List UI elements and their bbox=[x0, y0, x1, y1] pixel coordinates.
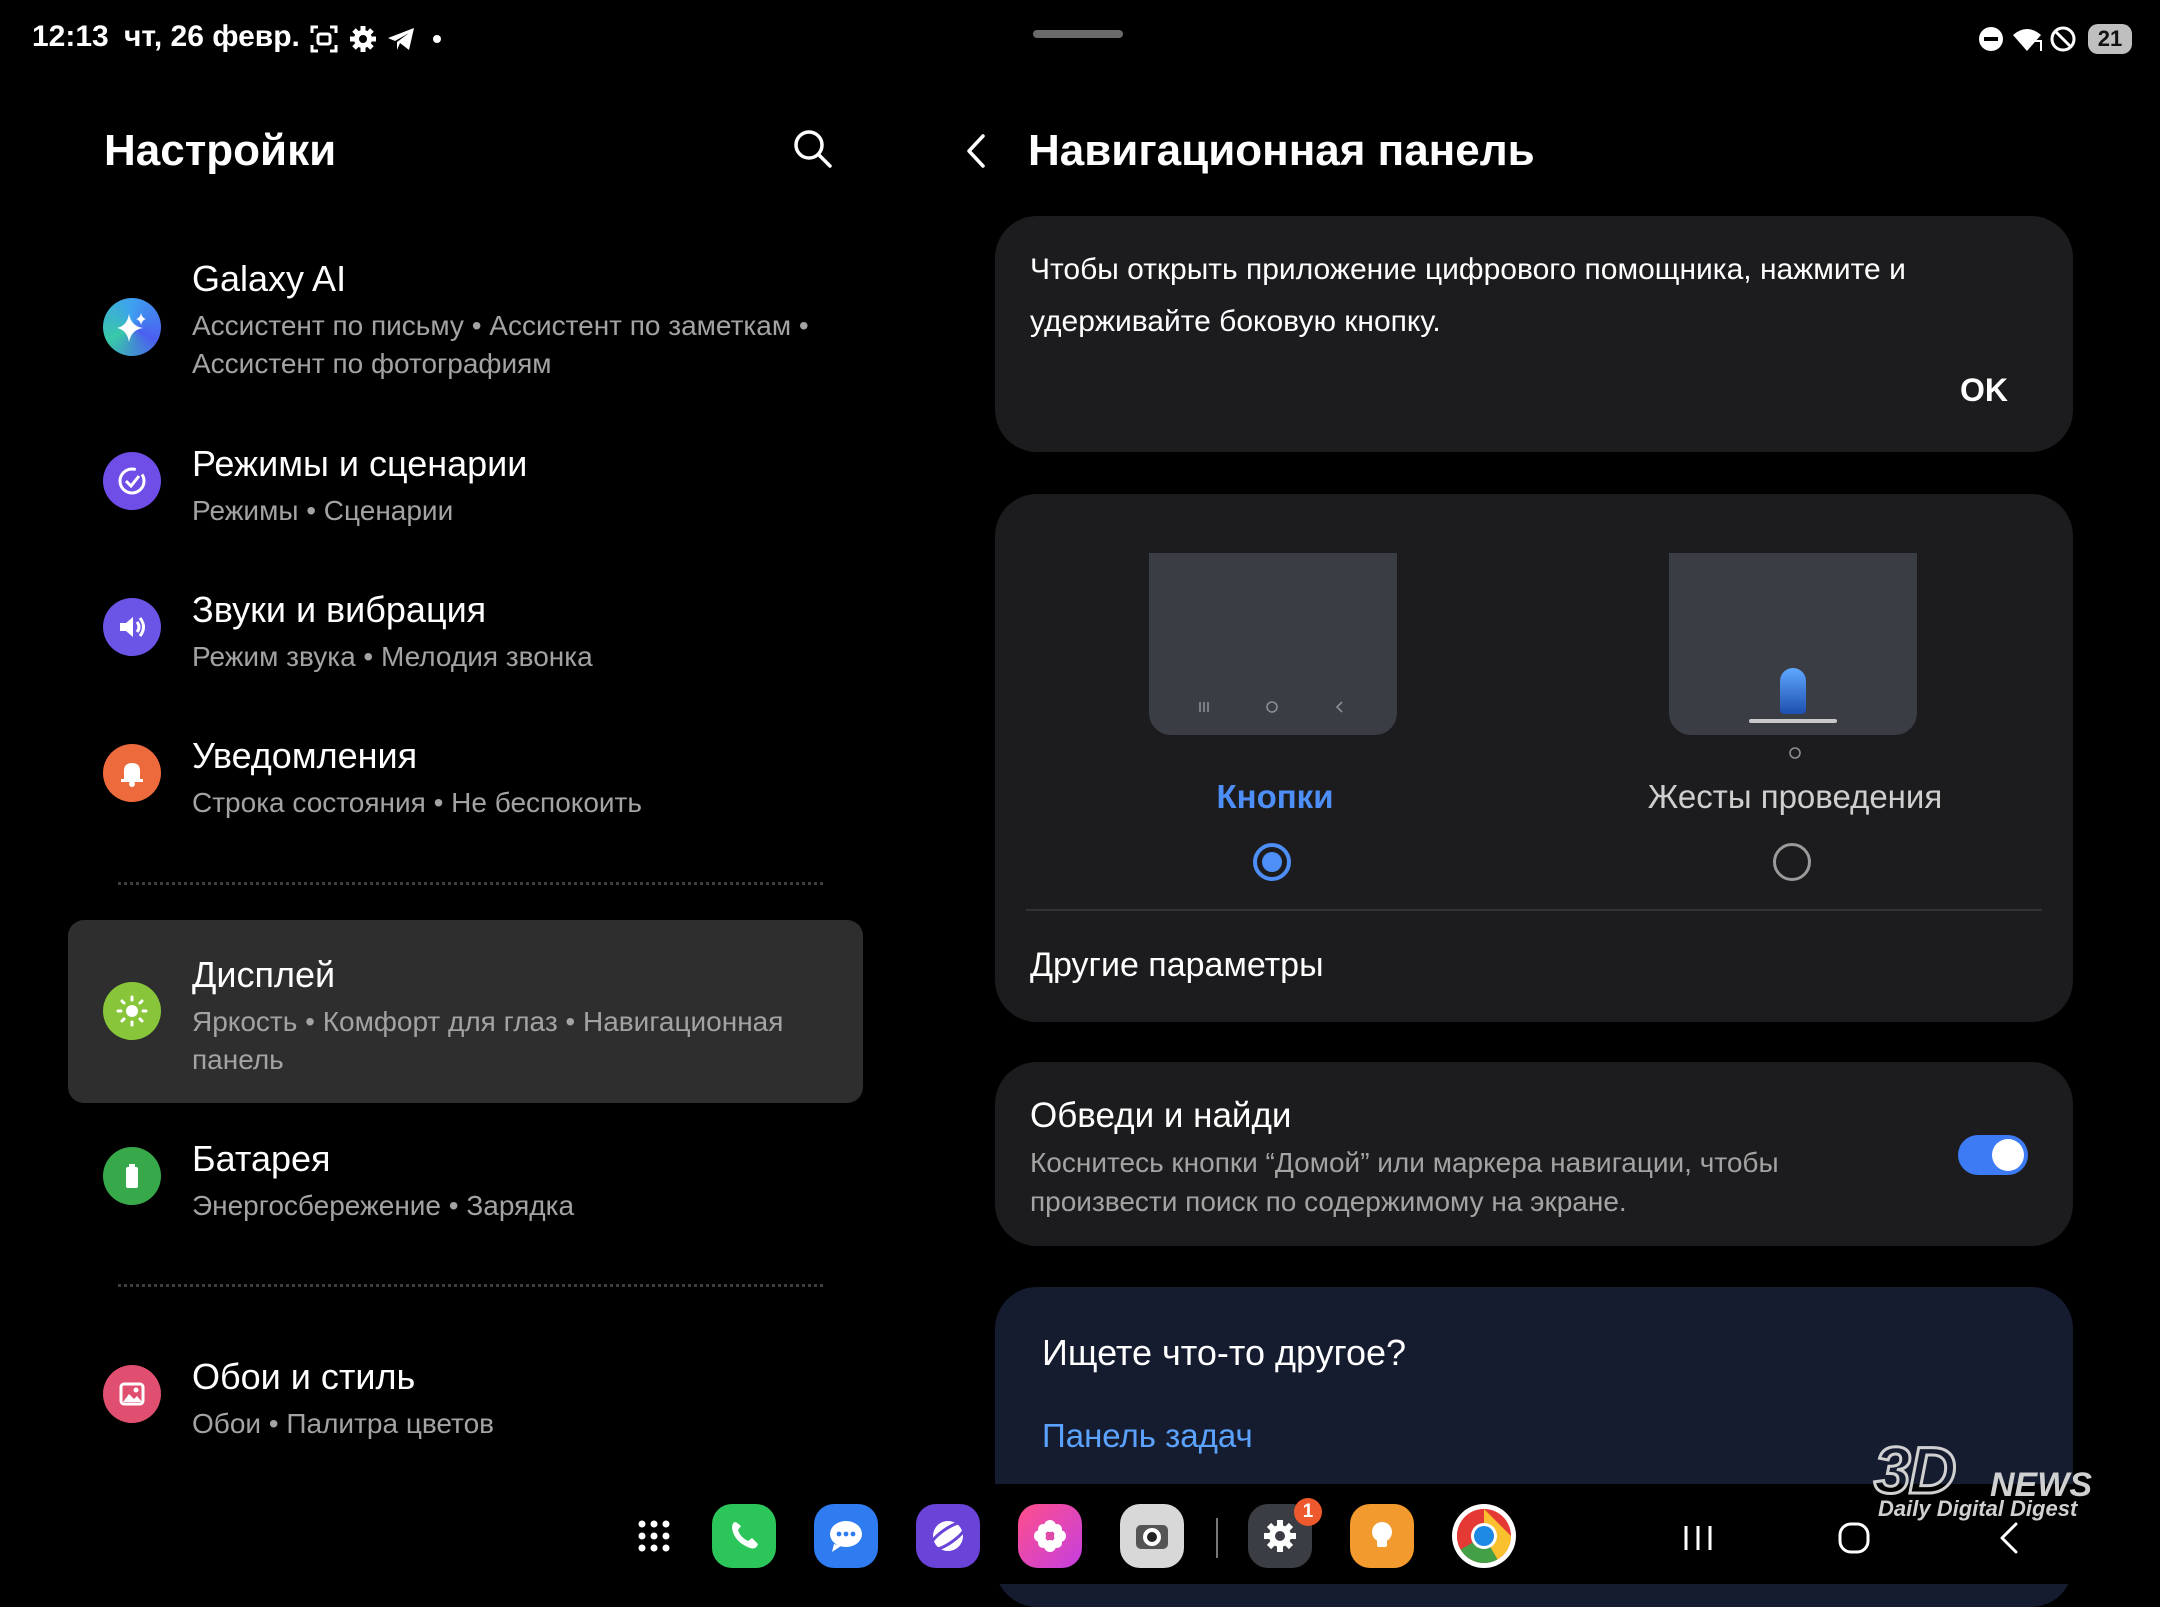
item-title: Звуки и вибрация bbox=[192, 589, 487, 630]
watermark-tagline: Daily Digital Digest bbox=[1878, 1496, 2078, 1521]
do-not-disturb-icon bbox=[1974, 22, 2008, 56]
home-icon bbox=[1838, 1522, 1870, 1554]
ok-button[interactable]: OK bbox=[1960, 372, 2008, 409]
back-button[interactable] bbox=[955, 128, 1001, 174]
recents-button[interactable] bbox=[1676, 1516, 1720, 1560]
dock-separator bbox=[1216, 1518, 1218, 1558]
page-title: Настройки bbox=[104, 126, 337, 175]
browser-icon[interactable] bbox=[916, 1504, 980, 1568]
option-buttons[interactable]: Кнопки bbox=[1130, 540, 1420, 900]
drag-handle[interactable] bbox=[1033, 30, 1123, 38]
gesture-bar-preview bbox=[1749, 719, 1837, 723]
gestures-preview bbox=[1669, 553, 1917, 735]
option-label: Жесты проведения bbox=[1647, 778, 1943, 815]
phone-icon[interactable] bbox=[712, 1504, 776, 1568]
battery-icon bbox=[103, 1147, 161, 1205]
circle-search-toggle[interactable] bbox=[1958, 1135, 2028, 1175]
item-title: Батарея bbox=[192, 1138, 331, 1179]
settings-item-wallpaper[interactable]: Обои и стиль Обои • Палитра цветов bbox=[68, 1353, 863, 1453]
gallery-icon[interactable] bbox=[1018, 1504, 1082, 1568]
back-nav-button[interactable] bbox=[1988, 1516, 2032, 1560]
item-subtitle: Яркость • Комфорт для глаз • Навигационн… bbox=[192, 1006, 784, 1075]
chrome-icon[interactable] bbox=[1452, 1504, 1516, 1568]
card-divider bbox=[1026, 909, 2042, 911]
item-subtitle: Энергосбережение • Зарядка bbox=[192, 1190, 575, 1221]
settings-item-display[interactable]: Дисплей Яркость • Комфорт для глаз • Нав… bbox=[68, 950, 863, 1090]
recents-icon bbox=[1684, 1526, 1712, 1550]
recents-preview-icon bbox=[1197, 700, 1211, 719]
suggestion-title: Ищете что-то другое? bbox=[1042, 1332, 1407, 1373]
radio-unselected[interactable] bbox=[1773, 843, 1811, 881]
option-label: Кнопки bbox=[1216, 778, 1334, 815]
galaxy-ai-icon bbox=[103, 298, 161, 356]
telegram-icon bbox=[384, 22, 418, 56]
item-title: Galaxy AI bbox=[192, 258, 347, 299]
circle-search-description: Коснитесь кнопки “Домой” или маркера нав… bbox=[1030, 1147, 1779, 1217]
sound-icon bbox=[103, 598, 161, 656]
swipe-hint-icon bbox=[1780, 668, 1806, 714]
apps-grid-icon[interactable] bbox=[622, 1504, 686, 1568]
settings-badge: 1 bbox=[1294, 1498, 1322, 1526]
chevron-left-icon bbox=[967, 134, 985, 168]
tips-icon[interactable] bbox=[1350, 1504, 1414, 1568]
item-subtitle: Строка состояния • Не беспокоить bbox=[192, 787, 642, 818]
status-time: 12:13 bbox=[32, 20, 109, 53]
item-subtitle: Режим звука • Мелодия звонка bbox=[192, 641, 593, 672]
dot-icon bbox=[433, 35, 441, 43]
settings-item-modes[interactable]: Режимы и сценарии Режимы • Сценарии bbox=[68, 440, 863, 540]
circle-search-title: Обведи и найди bbox=[1030, 1096, 1292, 1135]
bell-icon bbox=[103, 744, 161, 802]
status-bar: 12:13 чт, 26 февр. 21 bbox=[0, 0, 2160, 80]
item-title: Уведомления bbox=[192, 735, 418, 776]
gesture-hint-dot bbox=[1788, 746, 1802, 765]
settings-item-sounds[interactable]: Звуки и вибрация Режим звука • Мелодия з… bbox=[68, 586, 863, 686]
item-title: Режимы и сценарии bbox=[192, 443, 528, 484]
item-title: Дисплей bbox=[192, 954, 336, 995]
settings-item-galaxy-ai[interactable]: Galaxy AI Ассистент по письму • Ассистен… bbox=[68, 250, 863, 390]
messages-icon[interactable] bbox=[814, 1504, 878, 1568]
section-divider bbox=[118, 1284, 823, 1287]
settings-item-notifications[interactable]: Уведомления Строка состояния • Не беспок… bbox=[68, 732, 863, 832]
section-divider bbox=[118, 882, 823, 885]
modes-icon bbox=[103, 452, 161, 510]
search-button[interactable] bbox=[788, 124, 836, 172]
option-gestures[interactable]: Жесты проведения bbox=[1648, 540, 1942, 900]
buttons-preview bbox=[1149, 553, 1397, 735]
settings-gear-icon bbox=[346, 22, 380, 56]
item-subtitle: Обои • Палитра цветов bbox=[192, 1408, 495, 1439]
sun-icon bbox=[103, 982, 161, 1040]
home-preview-icon bbox=[1265, 700, 1279, 719]
screenshot-icon bbox=[307, 22, 341, 56]
other-params-link[interactable]: Другие параметры bbox=[1030, 946, 1324, 985]
home-button[interactable] bbox=[1832, 1516, 1876, 1560]
status-date: чт, 26 февр. bbox=[124, 20, 300, 53]
settings-item-battery[interactable]: Батарея Энергосбережение • Зарядка bbox=[68, 1135, 863, 1235]
search-icon bbox=[794, 130, 832, 168]
wifi-icon bbox=[2010, 22, 2044, 56]
back-preview-icon bbox=[1333, 700, 1347, 719]
detail-title: Навигационная панель bbox=[1028, 126, 1535, 175]
camera-icon[interactable] bbox=[1120, 1504, 1184, 1568]
wallpaper-icon bbox=[103, 1365, 161, 1423]
taskbar-link[interactable]: Панель задач bbox=[1042, 1417, 1253, 1455]
radio-selected[interactable] bbox=[1253, 843, 1291, 881]
item-subtitle: Ассистент по письму • Ассистент по замет… bbox=[192, 310, 809, 379]
item-subtitle: Режимы • Сценарии bbox=[192, 495, 454, 526]
info-text: Чтобы открыть приложение цифрового помощ… bbox=[1030, 253, 1906, 338]
item-title: Обои и стиль bbox=[192, 1356, 416, 1397]
battery-level: 21 bbox=[2088, 24, 2132, 54]
back-icon bbox=[2000, 1522, 2018, 1554]
no-sim-icon bbox=[2046, 22, 2080, 56]
